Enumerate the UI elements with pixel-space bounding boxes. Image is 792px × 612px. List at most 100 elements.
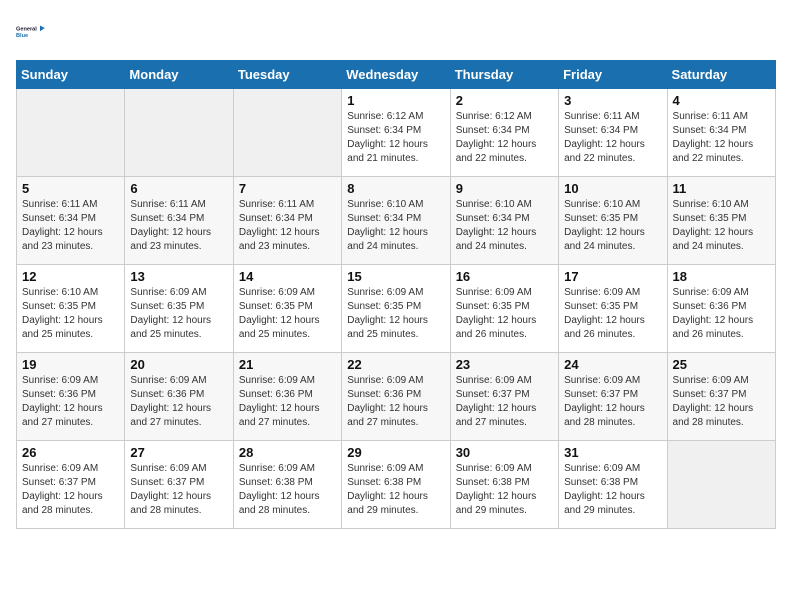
calendar-cell: 5 Sunrise: 6:11 AM Sunset: 6:34 PM Daylig… [17,177,125,265]
day-info: Sunrise: 6:09 AM Sunset: 6:38 PM Dayligh… [564,462,661,518]
day-number: 23 [456,357,553,372]
day-info: Sunrise: 6:11 AM Sunset: 6:34 PM Dayligh… [130,198,227,254]
day-info: Sunrise: 6:09 AM Sunset: 6:38 PM Dayligh… [347,462,444,518]
day-header: Saturday [667,61,775,89]
day-number: 4 [673,93,770,108]
day-number: 15 [347,269,444,284]
day-number: 11 [673,181,770,196]
calendar-cell: 10Sunrise: 6:10 AM Sunset: 6:35 PM Dayli… [559,177,667,265]
day-number: 22 [347,357,444,372]
day-info: Sunrise: 6:09 AM Sunset: 6:36 PM Dayligh… [347,374,444,430]
calendar-week-row: 19 Sunrise: 6:09 AM Sunset: 6:36 PM Dayli… [17,353,776,441]
day-info: Sunrise: 6:09 AM Sunset: 6:37 PM Dayligh… [673,374,770,430]
calendar-cell: 9 Sunrise: 6:10 AM Sunset: 6:34 PM Daylig… [450,177,558,265]
calendar-cell: 24 Sunrise: 6:09 AM Sunset: 6:37 PM Dayli… [559,353,667,441]
calendar-cell: 30 Sunrise: 6:09 AM Sunset: 6:38 PM Dayli… [450,441,558,529]
day-number: 9 [456,181,553,196]
calendar-cell: 16 Sunrise: 6:09 AM Sunset: 6:35 PM Dayli… [450,265,558,353]
calendar-cell [125,89,233,177]
day-info: Sunrise: 6:10 AM Sunset: 6:35 PM Dayligh… [673,198,770,254]
day-header: Friday [559,61,667,89]
day-number: 31 [564,445,661,460]
day-number: 21 [239,357,336,372]
day-info: Sunrise: 6:09 AM Sunset: 6:38 PM Dayligh… [456,462,553,518]
day-number: 18 [673,269,770,284]
calendar-cell: 25 Sunrise: 6:09 AM Sunset: 6:37 PM Dayli… [667,353,775,441]
day-number: 7 [239,181,336,196]
calendar-cell: 14 Sunrise: 6:09 AM Sunset: 6:35 PM Dayli… [233,265,341,353]
day-info: Sunrise: 6:09 AM Sunset: 6:36 PM Dayligh… [239,374,336,430]
day-number: 5 [22,181,119,196]
day-info: Sunrise: 6:11 AM Sunset: 6:34 PM Dayligh… [239,198,336,254]
calendar-cell: 19 Sunrise: 6:09 AM Sunset: 6:36 PM Dayli… [17,353,125,441]
calendar-cell: 21 Sunrise: 6:09 AM Sunset: 6:36 PM Dayli… [233,353,341,441]
day-number: 20 [130,357,227,372]
calendar-cell: 29 Sunrise: 6:09 AM Sunset: 6:38 PM Dayli… [342,441,450,529]
day-info: Sunrise: 6:10 AM Sunset: 6:35 PM Dayligh… [22,286,119,342]
day-info: Sunrise: 6:11 AM Sunset: 6:34 PM Dayligh… [673,110,770,166]
day-info: Sunrise: 6:09 AM Sunset: 6:35 PM Dayligh… [239,286,336,342]
day-header: Thursday [450,61,558,89]
day-number: 29 [347,445,444,460]
day-number: 1 [347,93,444,108]
day-number: 30 [456,445,553,460]
calendar-week-row: 12 Sunrise: 6:10 AM Sunset: 6:35 PM Dayli… [17,265,776,353]
day-info: Sunrise: 6:10 AM Sunset: 6:34 PM Dayligh… [456,198,553,254]
day-number: 16 [456,269,553,284]
day-info: Sunrise: 6:09 AM Sunset: 6:37 PM Dayligh… [22,462,119,518]
day-info: Sunrise: 6:11 AM Sunset: 6:34 PM Dayligh… [564,110,661,166]
day-number: 28 [239,445,336,460]
day-info: Sunrise: 6:09 AM Sunset: 6:37 PM Dayligh… [564,374,661,430]
calendar-cell: 17Sunrise: 6:09 AM Sunset: 6:35 PM Dayli… [559,265,667,353]
calendar-cell: 7 Sunrise: 6:11 AM Sunset: 6:34 PM Daylig… [233,177,341,265]
calendar-cell: 12 Sunrise: 6:10 AM Sunset: 6:35 PM Dayli… [17,265,125,353]
day-number: 3 [564,93,661,108]
day-info: Sunrise: 6:09 AM Sunset: 6:35 PM Dayligh… [456,286,553,342]
calendar-cell: 22 Sunrise: 6:09 AM Sunset: 6:36 PM Dayli… [342,353,450,441]
calendar-cell: 8Sunrise: 6:10 AM Sunset: 6:34 PM Daylig… [342,177,450,265]
day-number: 10 [564,181,661,196]
calendar-cell: 6Sunrise: 6:11 AM Sunset: 6:34 PM Daylig… [125,177,233,265]
day-info: Sunrise: 6:09 AM Sunset: 6:35 PM Dayligh… [564,286,661,342]
page-header: GeneralBlue [16,16,776,48]
day-info: Sunrise: 6:09 AM Sunset: 6:37 PM Dayligh… [130,462,227,518]
calendar-cell [233,89,341,177]
calendar-cell: 13Sunrise: 6:09 AM Sunset: 6:35 PM Dayli… [125,265,233,353]
calendar-week-row: 26Sunrise: 6:09 AM Sunset: 6:37 PM Dayli… [17,441,776,529]
day-info: Sunrise: 6:12 AM Sunset: 6:34 PM Dayligh… [456,110,553,166]
day-header: Tuesday [233,61,341,89]
calendar-cell: 15Sunrise: 6:09 AM Sunset: 6:35 PM Dayli… [342,265,450,353]
calendar-cell: 23 Sunrise: 6:09 AM Sunset: 6:37 PM Dayli… [450,353,558,441]
day-info: Sunrise: 6:09 AM Sunset: 6:35 PM Dayligh… [130,286,227,342]
calendar-cell: 1 Sunrise: 6:12 AM Sunset: 6:34 PM Daylig… [342,89,450,177]
day-info: Sunrise: 6:09 AM Sunset: 6:37 PM Dayligh… [456,374,553,430]
day-header: Sunday [17,61,125,89]
logo-icon: GeneralBlue [16,16,48,48]
calendar-week-row: 5 Sunrise: 6:11 AM Sunset: 6:34 PM Daylig… [17,177,776,265]
calendar-cell: 18 Sunrise: 6:09 AM Sunset: 6:36 PM Dayli… [667,265,775,353]
day-number: 12 [22,269,119,284]
calendar-cell: 4 Sunrise: 6:11 AM Sunset: 6:34 PM Daylig… [667,89,775,177]
calendar-cell: 20 Sunrise: 6:09 AM Sunset: 6:36 PM Dayli… [125,353,233,441]
day-number: 24 [564,357,661,372]
calendar-cell: 27Sunrise: 6:09 AM Sunset: 6:37 PM Dayli… [125,441,233,529]
day-number: 19 [22,357,119,372]
day-number: 25 [673,357,770,372]
day-header: Wednesday [342,61,450,89]
calendar-cell: 28 Sunrise: 6:09 AM Sunset: 6:38 PM Dayli… [233,441,341,529]
day-number: 14 [239,269,336,284]
calendar-cell: 31 Sunrise: 6:09 AM Sunset: 6:38 PM Dayli… [559,441,667,529]
header-row: SundayMondayTuesdayWednesdayThursdayFrid… [17,61,776,89]
calendar-week-row: 1 Sunrise: 6:12 AM Sunset: 6:34 PM Daylig… [17,89,776,177]
day-info: Sunrise: 6:12 AM Sunset: 6:34 PM Dayligh… [347,110,444,166]
calendar-cell [667,441,775,529]
calendar-cell: 2Sunrise: 6:12 AM Sunset: 6:34 PM Daylig… [450,89,558,177]
svg-text:Blue: Blue [16,33,28,39]
day-info: Sunrise: 6:09 AM Sunset: 6:36 PM Dayligh… [673,286,770,342]
day-info: Sunrise: 6:09 AM Sunset: 6:36 PM Dayligh… [22,374,119,430]
calendar-cell: 11 Sunrise: 6:10 AM Sunset: 6:35 PM Dayli… [667,177,775,265]
day-info: Sunrise: 6:11 AM Sunset: 6:34 PM Dayligh… [22,198,119,254]
day-info: Sunrise: 6:09 AM Sunset: 6:38 PM Dayligh… [239,462,336,518]
day-info: Sunrise: 6:09 AM Sunset: 6:36 PM Dayligh… [130,374,227,430]
calendar-cell [17,89,125,177]
